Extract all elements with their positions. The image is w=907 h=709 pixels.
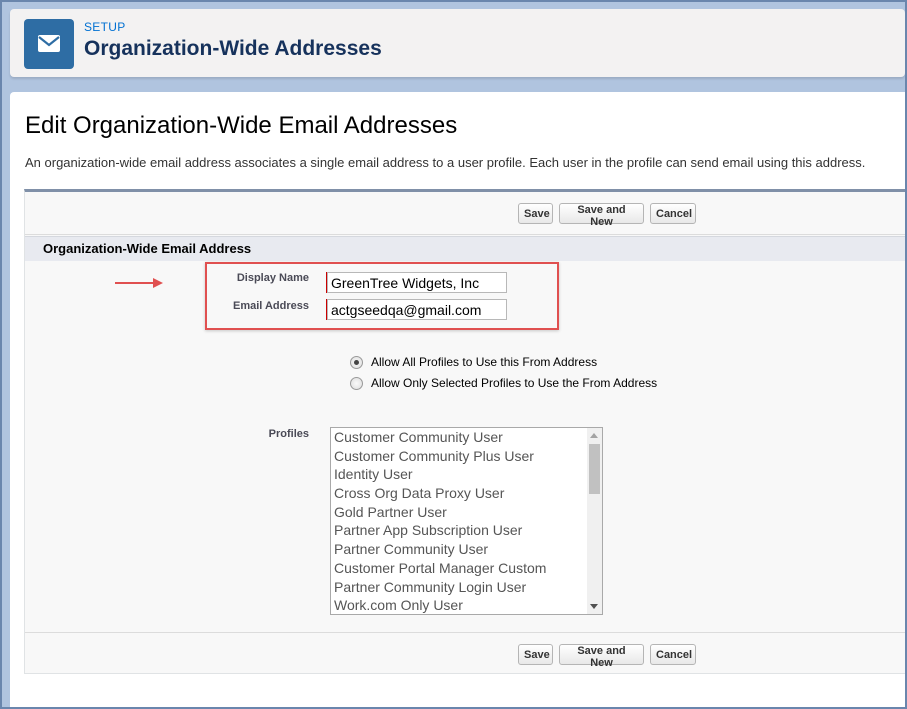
cancel-button[interactable]: Cancel: [650, 644, 696, 665]
list-item[interactable]: Partner App Subscription User: [331, 521, 602, 540]
bottom-button-row: Save Save and New Cancel: [25, 632, 907, 675]
list-item[interactable]: Work.com Only User: [331, 596, 602, 614]
profiles-label: Profiles: [268, 428, 309, 440]
radio-button[interactable]: [350, 377, 363, 390]
main-panel: Edit Organization-Wide Email Addresses A…: [10, 92, 907, 709]
scroll-down-icon[interactable]: [590, 604, 598, 609]
arrow-right-icon: [115, 278, 163, 288]
edit-form: Save Save and New Cancel Organization-Wi…: [24, 189, 907, 674]
section-header: Organization-Wide Email Address: [25, 236, 907, 261]
page-title: Edit Organization-Wide Email Addresses: [25, 112, 458, 139]
header-title: Organization-Wide Addresses: [84, 37, 382, 60]
save-and-new-button[interactable]: Save and New: [559, 644, 644, 669]
radio-allow-selected-label: Allow Only Selected Profiles to Use the …: [371, 376, 658, 390]
profiles-listbox[interactable]: Customer Community User Customer Communi…: [330, 427, 603, 615]
scroll-up-icon[interactable]: [590, 433, 598, 438]
scrollbar-thumb[interactable]: [589, 444, 600, 494]
list-item[interactable]: Customer Portal Manager Custom: [331, 559, 602, 578]
list-item[interactable]: Customer Community User: [331, 428, 602, 447]
email-address-input[interactable]: [327, 299, 507, 320]
radio-button-selected[interactable]: [350, 356, 363, 369]
save-button[interactable]: Save: [518, 644, 553, 665]
email-address-label: Email Address: [232, 300, 309, 312]
list-item[interactable]: Partner Community Login User: [331, 578, 602, 597]
save-button[interactable]: Save: [518, 203, 553, 224]
page-description: An organization-wide email address assoc…: [25, 155, 866, 170]
list-item[interactable]: Identity User: [331, 465, 602, 484]
list-item[interactable]: Customer Community Plus User: [331, 447, 602, 466]
top-button-row: Save Save and New Cancel: [25, 192, 907, 235]
display-name-label: Display Name: [236, 272, 309, 284]
cancel-button[interactable]: Cancel: [650, 203, 696, 224]
list-item[interactable]: Partner Community User: [331, 540, 602, 559]
section-title: Organization-Wide Email Address: [43, 241, 252, 256]
radio-allow-all-label: Allow All Profiles to Use this From Addr…: [371, 355, 598, 369]
list-item[interactable]: Cross Org Data Proxy User: [331, 484, 602, 503]
save-and-new-button[interactable]: Save and New: [559, 203, 644, 228]
display-name-input[interactable]: [327, 272, 507, 293]
setup-header: SETUP Organization-Wide Addresses: [10, 9, 905, 77]
list-item[interactable]: Gold Partner User: [331, 503, 602, 522]
email-icon: [24, 19, 74, 69]
setup-label[interactable]: SETUP: [84, 20, 126, 34]
listbox-scrollbar[interactable]: [587, 428, 602, 614]
